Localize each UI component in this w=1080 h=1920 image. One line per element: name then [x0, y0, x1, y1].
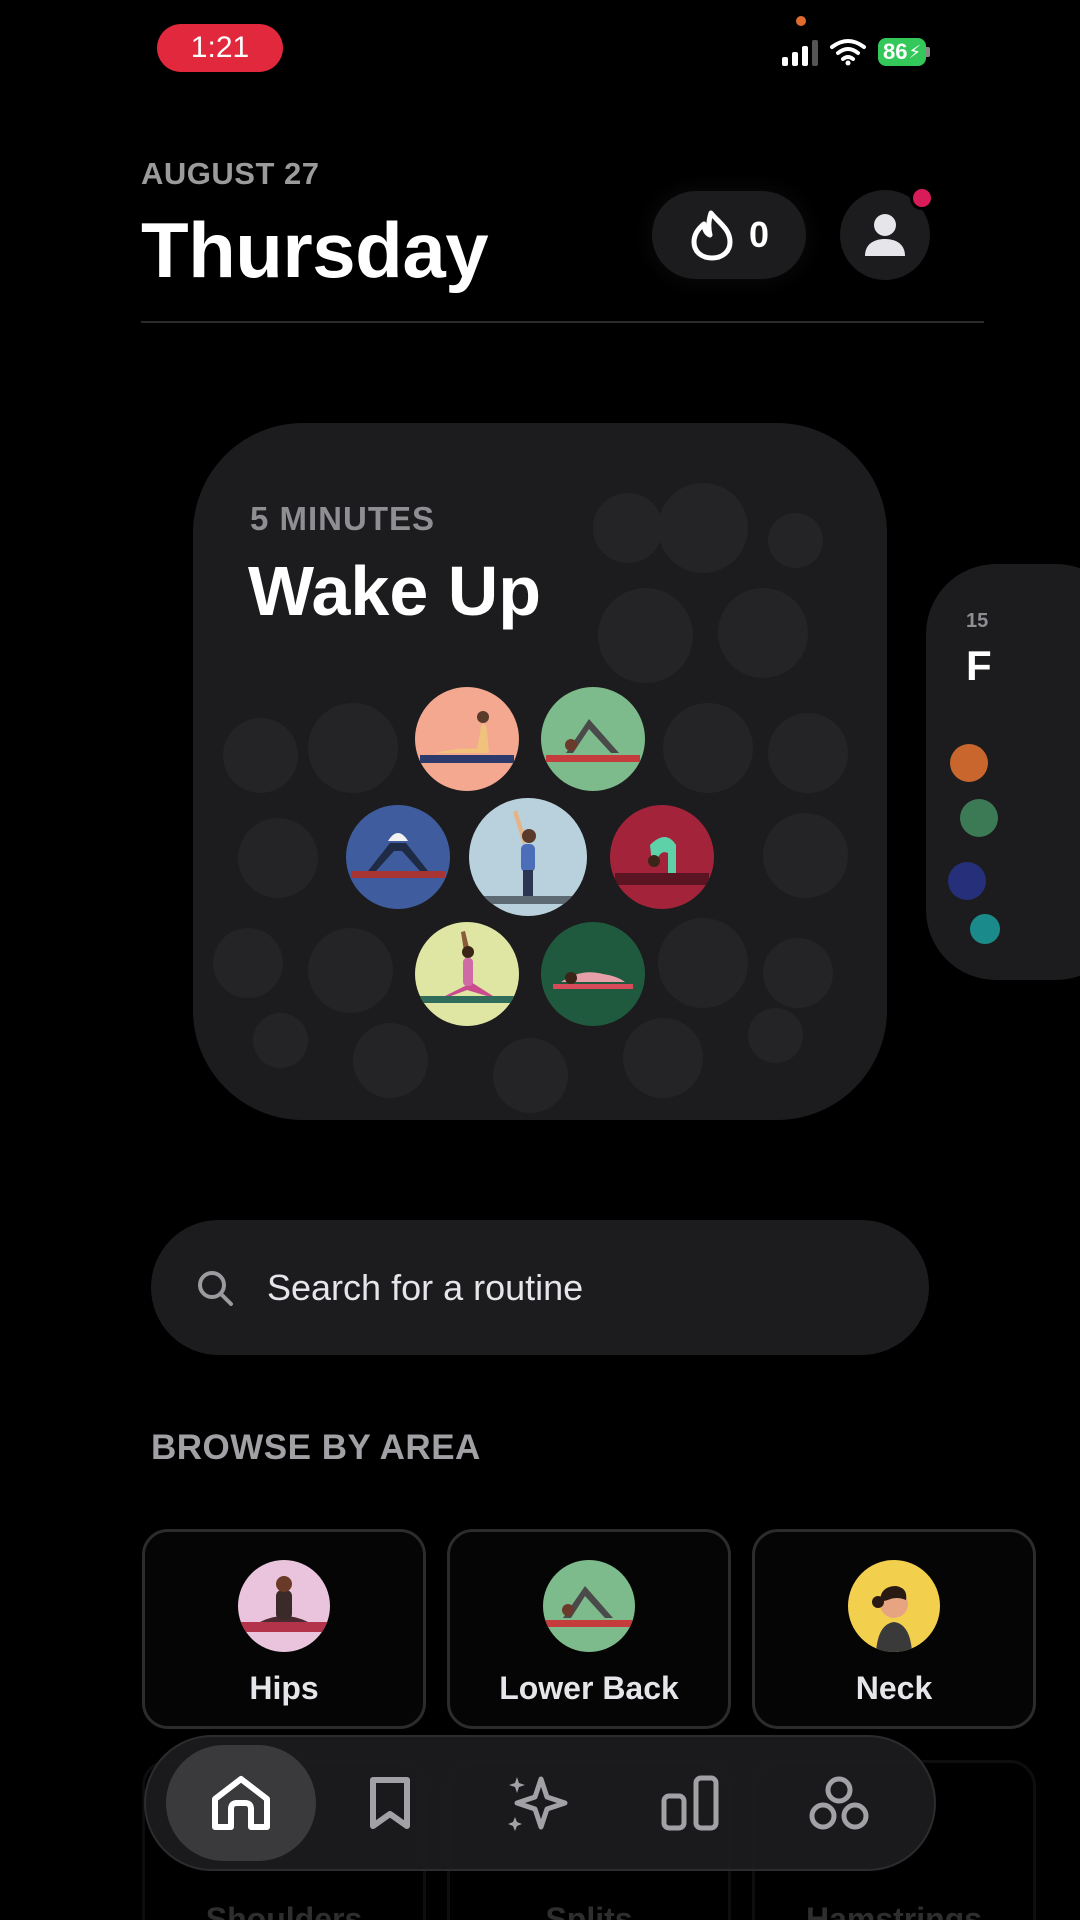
tab-progress[interactable] — [615, 1745, 765, 1861]
area-label: Splits — [545, 1901, 633, 1920]
area-label: Lower Back — [499, 1670, 679, 1706]
next-routine-duration: 15 — [966, 610, 989, 632]
hips-illustration — [238, 1560, 330, 1652]
bookmark-icon — [370, 1777, 411, 1829]
tab-community[interactable] — [764, 1745, 914, 1861]
status-indicators: 86 ⚡ — [782, 38, 931, 66]
streak-count: 0 — [748, 214, 770, 255]
stats-icon — [661, 1775, 719, 1831]
child-pose-illustration — [541, 922, 645, 1026]
area-label: Neck — [855, 1670, 933, 1706]
area-label: Shoulders — [205, 1901, 363, 1920]
tab-discover[interactable] — [465, 1745, 615, 1861]
person-icon — [865, 214, 905, 256]
status-time: 1:21 — [157, 24, 283, 72]
cellular-signal-icon — [782, 38, 818, 66]
area-label: Hamstrings — [805, 1901, 983, 1920]
header-divider — [141, 321, 984, 323]
area-card-lower-back[interactable]: Lower Back — [447, 1529, 731, 1729]
flame-icon — [691, 210, 733, 261]
profile-button[interactable] — [840, 186, 934, 280]
search-icon — [198, 1270, 233, 1306]
cobra-pose-illustration — [415, 687, 519, 791]
tab-saved[interactable] — [316, 1745, 466, 1861]
date-label: AUGUST 27 — [141, 156, 320, 191]
downward-dog-pose-illustration — [541, 687, 645, 791]
routine-title: Wake Up — [248, 552, 542, 630]
lower-back-illustration — [543, 1560, 635, 1652]
lunge-pose-illustration — [415, 922, 519, 1026]
standing-fold-pose-illustration — [610, 805, 714, 909]
search-placeholder: Search for a routine — [267, 1266, 584, 1308]
community-icon — [809, 1776, 869, 1830]
tab-bar — [144, 1735, 936, 1871]
section-title: BROWSE BY AREA — [151, 1428, 481, 1467]
tab-home[interactable] — [166, 1745, 316, 1861]
privacy-indicator-dot — [796, 16, 806, 26]
streak-button[interactable]: 0 — [652, 191, 806, 279]
next-routine-card[interactable]: 15 F — [926, 564, 1080, 980]
search-bar[interactable]: Search for a routine — [151, 1220, 929, 1355]
area-card-hips[interactable]: Hips — [142, 1529, 426, 1729]
mountain-pose-illustration — [469, 798, 587, 916]
home-icon — [211, 1776, 270, 1830]
forward-fold-pose-illustration — [346, 805, 450, 909]
battery-icon: 86 ⚡ — [878, 38, 927, 66]
battery-level: 86 — [883, 39, 908, 64]
wifi-icon — [830, 39, 866, 66]
routine-duration: 5 MINUTES — [250, 500, 436, 537]
page-title: Thursday — [141, 206, 489, 294]
area-card-neck[interactable]: Neck — [752, 1529, 1036, 1729]
featured-routine-card[interactable]: 5 MINUTES Wake Up — [193, 423, 887, 1120]
sparkle-icon — [507, 1776, 568, 1831]
area-label: Hips — [249, 1670, 319, 1706]
neck-illustration — [848, 1560, 940, 1652]
next-routine-title: F — [966, 642, 992, 689]
notification-badge — [910, 186, 934, 210]
